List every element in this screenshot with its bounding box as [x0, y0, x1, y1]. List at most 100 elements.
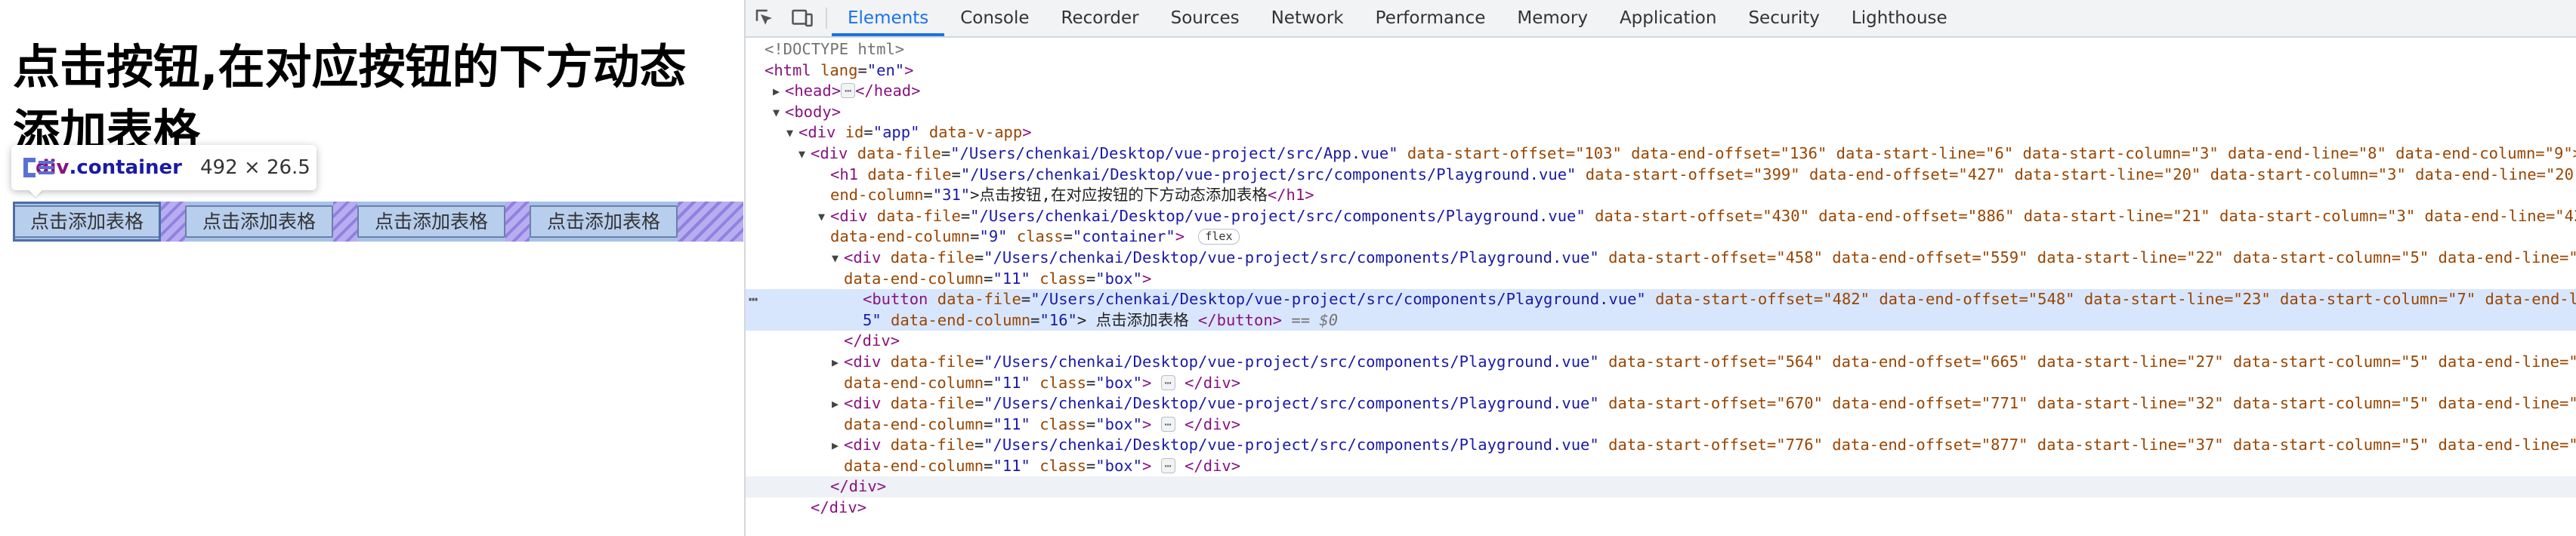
expand-triangle-icon[interactable]: ▶: [832, 353, 839, 374]
attr-name: data-end-column: [830, 227, 971, 246]
expand-triangle-icon[interactable]: ▶: [832, 394, 839, 415]
dom-line-box-2[interactable]: ▶ <div data-file="/Users/chenkai/Desktop…: [746, 352, 2576, 373]
tag-name: <div: [844, 248, 882, 266]
collapse-triangle-icon[interactable]: ▼: [773, 103, 780, 124]
collapse-triangle-icon[interactable]: ▼: [786, 123, 793, 144]
collapse-triangle-icon[interactable]: ▼: [818, 207, 825, 228]
device-toolbar-icon[interactable]: [783, 0, 821, 36]
dom-line-button-cont[interactable]: 5" data-end-column="16"> 点击添加表格 </button…: [746, 310, 2576, 331]
attr-rest: data-start-offset="776" data-end-offset=…: [1608, 436, 2576, 454]
tag-close: </div>: [811, 498, 867, 517]
collapsed-children-badge[interactable]: ⋯: [1160, 416, 1175, 432]
devtools-panel: Elements Console Recorder Sources Networ…: [744, 0, 2576, 536]
attr-value: "app": [873, 123, 920, 142]
tag-name: <div: [844, 352, 882, 371]
tag-close: </div>: [1185, 414, 1241, 433]
tab-memory[interactable]: Memory: [1501, 0, 1604, 36]
attr-name: data-end-column: [844, 456, 984, 475]
tab-lighthouse[interactable]: Lighthouse: [1836, 0, 1963, 36]
dom-line-box-3[interactable]: ▶ <div data-file="/Users/chenkai/Desktop…: [746, 393, 2576, 414]
tab-performance[interactable]: Performance: [1360, 0, 1502, 36]
attr-value: "11": [993, 456, 1030, 475]
dom-line-box-1-cont[interactable]: data-end-column="11" class="box">: [746, 269, 2576, 290]
dom-line-head[interactable]: ▶ <head> ⋯ </head>: [746, 81, 2576, 102]
attr-name: data-file: [890, 248, 974, 266]
attr-value: "box": [1095, 414, 1142, 433]
attr-name: data-file: [890, 436, 974, 454]
dom-line-html[interactable]: <html lang="en">: [746, 60, 2576, 82]
attr-name: class: [1039, 373, 1086, 392]
add-table-button-1[interactable]: 点击添加表格: [13, 205, 161, 238]
attr-value: "box": [1095, 373, 1142, 392]
collapsed-children-badge[interactable]: ⋯: [1160, 457, 1175, 473]
add-table-button-2[interactable]: 点击添加表格: [185, 205, 333, 238]
collapsed-children-badge[interactable]: ⋯: [1160, 374, 1175, 390]
add-table-button-3[interactable]: 点击添加表格: [357, 205, 505, 238]
dom-line-app[interactable]: ▼ <div id="app" data-v-app>: [746, 122, 2576, 143]
container-highlight: 点击添加表格 点击添加表格 点击添加表格 点击添加表格: [13, 202, 743, 242]
dom-line-button-selected[interactable]: ⋯ <button data-file="/Users/chenkai/Desk…: [746, 289, 2576, 310]
dom-line-container-close[interactable]: </div>: [746, 476, 2576, 498]
dom-line-box-4[interactable]: ▶ <div data-file="/Users/chenkai/Desktop…: [746, 435, 2576, 456]
dom-line-container[interactable]: ▼ <div data-file="/Users/chenkai/Desktop…: [746, 206, 2576, 227]
text-node: >点击按钮,在对应按钮的下方动态添加表格: [970, 186, 1268, 205]
dom-line-h1-cont[interactable]: end-column="31">点击按钮,在对应按钮的下方动态添加表格</h1>: [746, 185, 2576, 206]
dom-line-box-4-cont[interactable]: data-end-column="11" class="box"> ⋯ </di…: [746, 456, 2576, 477]
collapse-triangle-icon[interactable]: ▼: [832, 248, 839, 270]
attr-value: "16": [1039, 310, 1077, 329]
dom-line-box-2-cont[interactable]: data-end-column="11" class="box"> ⋯ </di…: [746, 373, 2576, 394]
attr-value: "/Users/chenkai/Desktop/vue-project/src/…: [1030, 290, 1646, 309]
dom-line-app-vue-close[interactable]: </div>: [746, 497, 2576, 519]
dom-line-box-3-cont[interactable]: data-end-column="11" class="box"> ⋯ </di…: [746, 414, 2576, 436]
tab-console[interactable]: Console: [944, 0, 1045, 36]
add-table-button-4[interactable]: 点击添加表格: [530, 205, 678, 238]
more-actions-icon[interactable]: ⋯: [749, 289, 758, 310]
dom-line-box-1[interactable]: ▼ <div data-file="/Users/chenkai/Desktop…: [746, 248, 2576, 269]
tab-application[interactable]: Application: [1604, 0, 1733, 36]
tag-close: </h1>: [1267, 186, 1314, 205]
tab-network[interactable]: Network: [1256, 0, 1360, 36]
dom-line-container-cont[interactable]: data-end-column="9" class="container"> f…: [746, 226, 2576, 248]
attr-rest: data-start-offset="482" data-end-offset=…: [1655, 290, 2576, 309]
tag-name: <div: [844, 394, 882, 413]
attr-name: id: [845, 123, 864, 142]
tab-recorder[interactable]: Recorder: [1046, 0, 1155, 36]
attr-value: "11": [993, 373, 1030, 392]
attr-name: data-end-column: [844, 414, 984, 433]
attr-name: data-file: [867, 165, 952, 183]
dom-line-box-1-close[interactable]: </div>: [746, 331, 2576, 352]
attr-value: "/Users/chenkai/Desktop/vue-project/src/…: [960, 165, 1577, 183]
expand-triangle-icon[interactable]: ▶: [832, 436, 839, 457]
tag-name: <div: [830, 206, 868, 225]
tab-security[interactable]: Security: [1732, 0, 1835, 36]
tag-close: </button>: [1197, 310, 1283, 329]
attr-name: class: [1039, 269, 1086, 288]
dom-line-doctype[interactable]: <!DOCTYPE html>: [746, 39, 2576, 60]
attr-name: data-v-app: [928, 123, 1023, 142]
dom-tree: <!DOCTYPE html> <html lang="en"> ▶ <head…: [746, 38, 2576, 536]
collapsed-children-badge[interactable]: ⋯: [841, 83, 856, 99]
tag-close: >: [904, 60, 914, 79]
attr-name: lang: [820, 60, 858, 79]
flex-badge[interactable]: flex: [1198, 229, 1240, 245]
attr-value: "11": [993, 414, 1030, 433]
dom-line-body[interactable]: ▼ <body>: [746, 102, 2576, 123]
tag-close: </div>: [830, 477, 887, 496]
dom-line-app-vue-div[interactable]: ▼ <div data-file="/Users/chenkai/Desktop…: [746, 143, 2576, 165]
attr-name: data-file: [890, 352, 974, 371]
text-node: > 点击添加表格: [1076, 310, 1198, 329]
tab-sources[interactable]: Sources: [1155, 0, 1256, 36]
tag-name: <div: [811, 143, 848, 162]
inspect-element-icon[interactable]: [746, 0, 783, 36]
expand-triangle-icon[interactable]: ▶: [773, 82, 780, 103]
tag-close: >: [1141, 414, 1152, 433]
selected-node-marker: == $0: [1291, 310, 1339, 329]
attr-rest: data-start-offset="458" data-end-offset=…: [1608, 248, 2576, 266]
attr-value: "box": [1095, 269, 1142, 288]
attr-value: "/Users/chenkai/Desktop/vue-project/src/…: [984, 352, 1599, 371]
collapse-triangle-icon[interactable]: ▼: [798, 144, 805, 165]
box-3: 点击添加表格: [357, 202, 505, 242]
attr-name: class: [1039, 414, 1086, 433]
tab-elements[interactable]: Elements: [832, 0, 945, 36]
dom-line-h1[interactable]: <h1 data-file="/Users/chenkai/Desktop/vu…: [746, 165, 2576, 186]
